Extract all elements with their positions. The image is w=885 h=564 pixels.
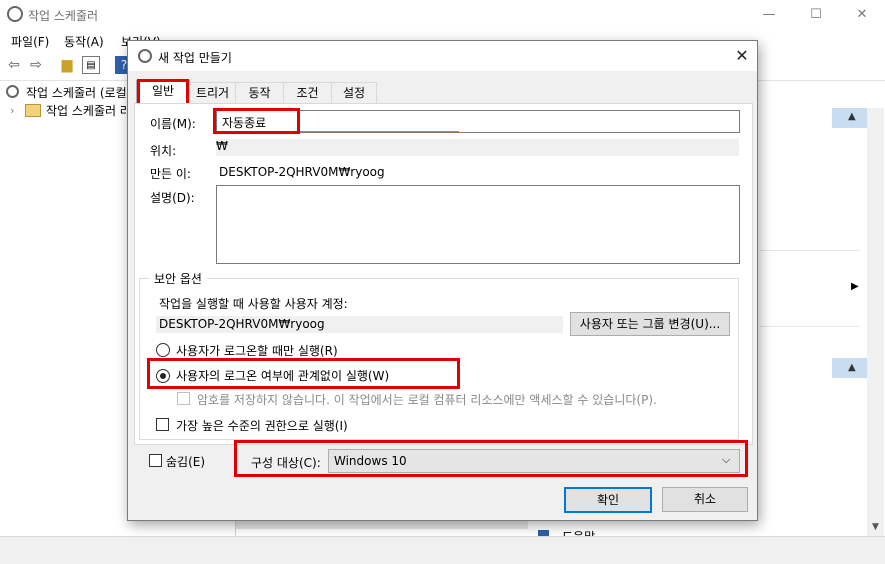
- folder-icon: [25, 104, 41, 117]
- dialog-close-icon[interactable]: ✕: [728, 43, 756, 69]
- highest-privileges-label[interactable]: 가장 높은 수준의 권한으로 실행(I): [176, 417, 348, 434]
- clock-icon: [138, 49, 152, 63]
- menu-action[interactable]: 동작(A): [64, 33, 104, 50]
- location-field: ₩: [216, 139, 739, 156]
- radio-run-logged-on-label[interactable]: 사용자가 로그온할 때만 실행(R): [176, 342, 338, 359]
- hidden-label[interactable]: 숨김(E): [166, 453, 205, 470]
- highlight-box: [234, 440, 748, 477]
- tree-item-root[interactable]: 작업 스케줄러 (로컬): [26, 84, 126, 101]
- actions-help-item[interactable]: 도움말: [562, 528, 595, 536]
- maximize-button[interactable]: ☐: [793, 0, 839, 30]
- checkbox-hidden[interactable]: [149, 454, 162, 467]
- cancel-button[interactable]: 취소: [662, 487, 748, 512]
- checkbox-highest-privileges[interactable]: [156, 418, 169, 431]
- ok-label: 확인: [596, 493, 620, 507]
- checkbox-no-store-password[interactable]: [177, 392, 190, 405]
- ok-button[interactable]: 확인: [564, 487, 652, 513]
- radio-run-logged-on[interactable]: [156, 343, 170, 357]
- description-textarea[interactable]: [216, 185, 740, 264]
- location-label: 위치:: [150, 144, 177, 158]
- main-titlebar: 작업 스케줄러 — ☐ ✕: [0, 0, 885, 30]
- back-arrow-icon[interactable]: ⇦: [5, 56, 23, 74]
- menu-file[interactable]: 파일(F): [11, 33, 49, 50]
- scroll-down-icon[interactable]: ▼: [872, 522, 879, 532]
- tab-settings[interactable]: 설정: [331, 82, 377, 103]
- tab-actions[interactable]: 동작: [235, 82, 284, 103]
- account-prompt: 작업을 실행할 때 사용할 사용자 계정:: [159, 297, 348, 311]
- author-value: DESKTOP-2QHRV0M₩ryoog: [219, 165, 385, 179]
- tab-label: 트리거: [195, 86, 230, 100]
- change-user-label: 사용자 또는 그룹 변경(U)...: [579, 317, 721, 331]
- security-options-title: 보안 옵션: [149, 270, 207, 287]
- no-store-password-label: 암호를 저장하지 않습니다. 이 작업에서는 로컬 컴퓨터 리소스에만 액세스할…: [197, 393, 657, 407]
- account-value: DESKTOP-2QHRV0M₩ryoog: [159, 317, 325, 331]
- show-tree-icon[interactable]: ▤: [82, 56, 100, 74]
- change-user-button[interactable]: 사용자 또는 그룹 변경(U)...: [570, 312, 730, 336]
- vertical-scrollbar[interactable]: [867, 108, 884, 536]
- minimize-button[interactable]: —: [746, 0, 792, 30]
- author-label: 만든 이:: [150, 167, 191, 181]
- highlight-box: [137, 79, 189, 106]
- dialog-titlebar: 새 작업 만들기 ✕: [128, 41, 757, 71]
- app-title: 작업 스케줄러: [28, 9, 99, 23]
- forward-arrow-icon[interactable]: ⇨: [27, 56, 45, 74]
- collapse-up-icon[interactable]: ▲: [848, 111, 856, 122]
- create-task-dialog: 새 작업 만들기 ✕ 일반 트리거 동작 조건 설정 이름(M): 자동종료 위…: [127, 40, 758, 521]
- actions-divider: [760, 250, 860, 251]
- name-label: 이름(M):: [150, 117, 196, 131]
- status-bar: [0, 536, 885, 564]
- clock-icon: [7, 6, 23, 22]
- location-value: ₩: [216, 139, 228, 153]
- close-button[interactable]: ✕: [839, 0, 885, 30]
- tab-label: 설정: [342, 86, 366, 100]
- tab-label: 동작: [248, 86, 271, 100]
- folder-up-icon[interactable]: ▆: [58, 56, 76, 74]
- cancel-label: 취소: [693, 492, 717, 506]
- submenu-arrow-icon[interactable]: ▶: [851, 281, 859, 292]
- actions-divider: [760, 326, 860, 327]
- dialog-title: 새 작업 만들기: [158, 51, 232, 65]
- collapse-up-icon[interactable]: ▲: [848, 362, 856, 373]
- highlight-box: [213, 108, 300, 134]
- text-cursor-line: [299, 131, 459, 132]
- highlight-box: [147, 358, 460, 389]
- tab-triggers[interactable]: 트리거: [189, 82, 236, 103]
- clock-icon: [6, 85, 19, 98]
- description-label: 설명(D):: [150, 191, 195, 205]
- tab-conditions[interactable]: 조건: [283, 82, 332, 103]
- tab-label: 조건: [296, 86, 319, 100]
- account-field: DESKTOP-2QHRV0M₩ryoog: [156, 316, 563, 333]
- tree-item-library[interactable]: 작업 스케줄러 라이브러리: [46, 102, 126, 119]
- chevron-right-icon[interactable]: ›: [10, 104, 14, 117]
